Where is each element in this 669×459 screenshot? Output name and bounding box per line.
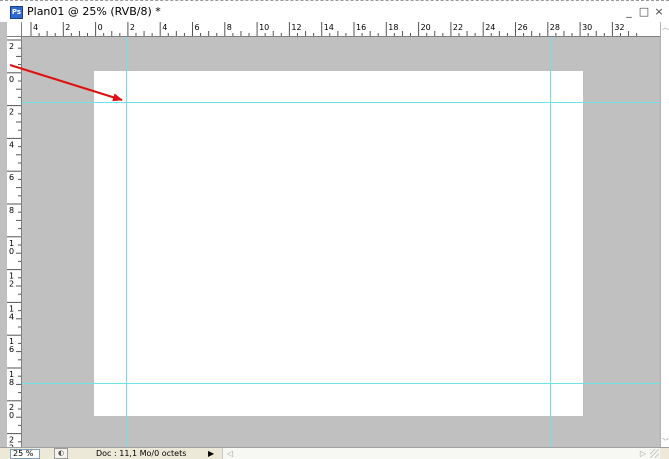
vertical-ruler-ticks: 20246810121416182022 xyxy=(7,39,21,447)
horizontal-ruler[interactable]: 4 2 0 2 4 6 8 10 12 14 16 18 20 22 24 26 28 30 32 xyxy=(22,22,660,37)
ruler-label: 22 xyxy=(453,23,463,32)
horizontal-scrollbar[interactable]: ◁ ▷ xyxy=(222,448,660,459)
ruler-origin-corner[interactable] xyxy=(7,22,22,37)
ruler-label: 6 xyxy=(9,345,14,354)
pasteboard[interactable] xyxy=(22,37,660,447)
ruler-label: 10 xyxy=(259,23,269,32)
ruler-label: 8 xyxy=(9,378,14,387)
ruler-label: 6 xyxy=(9,173,14,182)
ruler-label: 4 xyxy=(9,312,14,321)
scroll-right-arrow-icon[interactable]: ▷ xyxy=(640,448,646,459)
ruler-label: 4 xyxy=(33,23,38,32)
ruler-label: 8 xyxy=(9,206,14,215)
scroll-up-arrow-icon[interactable]: ︿ xyxy=(661,22,669,32)
ruler-label: 4 xyxy=(162,23,167,32)
ruler-label: 26 xyxy=(518,23,528,32)
ruler-label: 30 xyxy=(582,23,592,32)
document-canvas[interactable] xyxy=(94,71,583,416)
scroll-down-arrow-icon[interactable]: ﹀ xyxy=(661,437,669,447)
ruler-label: 0 xyxy=(9,247,14,256)
window-title: Plan01 @ 25% (RVB/8) * xyxy=(27,5,161,18)
zoom-input[interactable]: 25 % xyxy=(10,449,40,459)
ruler-label: 16 xyxy=(356,23,366,32)
ruler-label: 32 xyxy=(614,23,624,32)
resize-grip-icon[interactable] xyxy=(650,449,659,458)
close-button[interactable]: × xyxy=(652,5,666,19)
status-menu-icon[interactable]: ◐ xyxy=(54,448,68,459)
title-bar[interactable]: Ps Plan01 @ 25% (RVB/8) * _ □ × xyxy=(0,0,669,22)
scroll-left-arrow-icon[interactable]: ◁ xyxy=(227,448,233,459)
ruler-label: 2 xyxy=(65,23,70,32)
ruler-label: 20 xyxy=(421,23,431,32)
status-arrow-icon[interactable]: ▶ xyxy=(208,448,218,459)
ruler-label: 18 xyxy=(388,23,398,32)
ruler-label: 6 xyxy=(195,23,200,32)
photoshop-document-icon: Ps xyxy=(10,6,23,19)
ruler-label: 0 xyxy=(98,23,103,32)
horizontal-ruler-ticks: 4 2 0 2 4 6 8 10 12 14 16 18 20 22 24 26 28 30 32 xyxy=(30,22,638,36)
ruler-label: 28 xyxy=(550,23,560,32)
document-window: Ps Plan01 @ 25% (RVB/8) * _ □ × 42024681… xyxy=(0,0,669,459)
ruler-label: 14 xyxy=(324,23,334,32)
vertical-scrollbar[interactable]: ︿ ﹀ xyxy=(660,22,669,447)
ruler-label: 2 xyxy=(9,42,14,51)
status-bar: 25 % ◐ Doc : 11,1 Mo/0 octets ▶ ◁ ▷ xyxy=(0,447,669,459)
ruler-label: 0 xyxy=(9,411,14,420)
ruler-label: 12 xyxy=(291,23,301,32)
horizontal-guide[interactable] xyxy=(22,383,660,384)
ruler-label: 2 xyxy=(130,23,135,32)
ruler-label: 2 xyxy=(9,280,14,289)
horizontal-guide[interactable] xyxy=(22,102,660,103)
ruler-label: 24 xyxy=(485,23,495,32)
vertical-ruler[interactable]: 20246810121416182022 xyxy=(7,37,22,447)
vertical-guide[interactable] xyxy=(550,37,551,447)
ruler-label: 4 xyxy=(9,140,14,149)
maximize-button[interactable]: □ xyxy=(637,5,651,19)
document-info: Doc : 11,1 Mo/0 octets xyxy=(96,449,187,458)
minimize-button[interactable]: _ xyxy=(622,5,636,19)
ruler-label: 0 xyxy=(9,75,14,84)
ruler-label: 8 xyxy=(227,23,232,32)
ruler-label: 2 xyxy=(9,108,14,117)
vertical-guide[interactable] xyxy=(126,37,127,447)
